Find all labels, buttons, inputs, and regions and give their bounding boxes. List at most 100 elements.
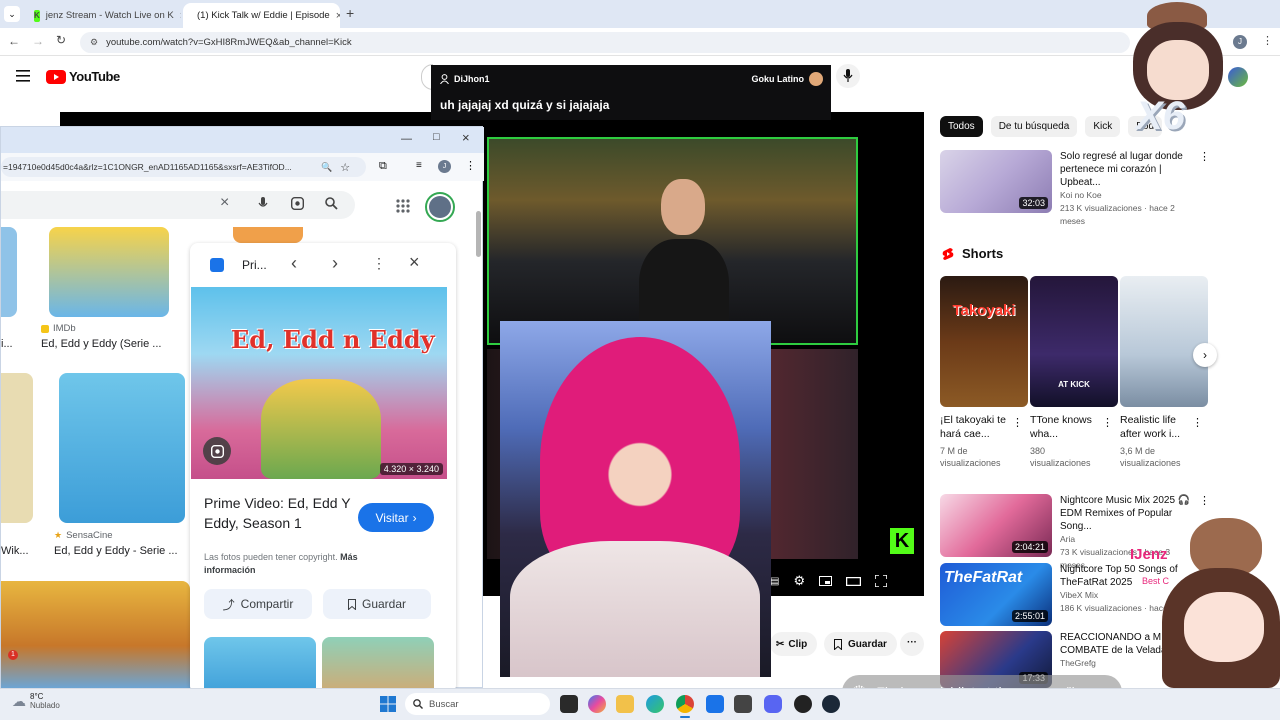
media-controls-icon[interactable]: ≡ [416, 160, 422, 171]
page-scrollbar[interactable] [476, 211, 481, 257]
chip-all[interactable]: Todos [940, 116, 983, 137]
maximize-button[interactable]: □ [433, 131, 440, 143]
result-image[interactable] [49, 227, 169, 317]
youtube-logo[interactable]: YouTube [46, 69, 120, 84]
close-window-button[interactable]: × [462, 130, 470, 145]
tab-youtube[interactable]: (1) Kick Talk w/ Eddie | Episode × [183, 3, 340, 28]
rec-video-top[interactable]: 32:03 Solo regresé al lugar donde perten… [940, 150, 1210, 228]
lens-search-icon[interactable] [291, 197, 304, 210]
clear-search-icon[interactable]: × [220, 194, 229, 212]
profile-avatar[interactable]: J [1233, 35, 1247, 49]
short-title[interactable]: ¡El takoyaki te hará cae... [940, 413, 1012, 441]
search-icon[interactable] [325, 197, 338, 210]
rec-title[interactable]: Solo regresé al lugar donde pertenece mi… [1060, 150, 1191, 189]
save-button[interactable]: Guardar [824, 632, 897, 656]
task-view-icon[interactable] [560, 695, 578, 713]
reload-icon[interactable]: ↻ [56, 33, 66, 47]
more-options-icon[interactable]: ⋮ [1102, 416, 1113, 429]
more-options-icon[interactable]: ⋮ [1199, 150, 1210, 228]
voice-search-icon[interactable] [836, 64, 860, 88]
share-button[interactable]: ⤴ Compartir [204, 589, 312, 619]
lens-button-icon[interactable] [203, 437, 231, 465]
shorts-next-button[interactable]: › [1193, 343, 1217, 367]
forward-icon[interactable]: → [32, 34, 44, 48]
minimize-button[interactable]: — [401, 133, 412, 145]
weather-widget[interactable]: ☁ 8°C Nublado [12, 692, 60, 710]
more-actions-button[interactable]: ··· [900, 632, 924, 656]
result-image[interactable] [1, 581, 190, 689]
result-label[interactable]: Wik... [1, 545, 29, 557]
tab-kick-stream[interactable]: K jenz Stream - Watch Live on K × [26, 3, 181, 28]
chip-from-search[interactable]: De tu búsqueda [990, 116, 1078, 137]
file-explorer-icon[interactable] [616, 695, 634, 713]
related-image[interactable] [204, 637, 316, 693]
back-icon[interactable]: ← [8, 34, 20, 48]
chip-kick[interactable]: Kick [1085, 116, 1121, 137]
bookmark-star-icon[interactable]: ☆ [340, 161, 350, 174]
theater-mode-icon[interactable] [846, 576, 862, 586]
short-thumbnail[interactable]: Takoyaki [940, 276, 1028, 407]
short-title[interactable]: Realistic life after work i... [1120, 413, 1192, 441]
subtitles-icon[interactable]: ▤ [770, 576, 779, 587]
short-thumbnail[interactable] [1120, 276, 1208, 407]
taskbar-search[interactable]: Buscar [405, 693, 550, 715]
rec-thumbnail[interactable]: 2:04:21 [940, 494, 1052, 557]
apps-grid-icon[interactable] [396, 199, 410, 213]
previous-image-icon[interactable]: ‹ [291, 253, 297, 274]
more-options-icon[interactable]: ⋮ [1192, 416, 1203, 429]
rec-thumbnail[interactable]: TheFatRat 2:55:01 [940, 563, 1052, 626]
fullscreen-icon[interactable] [875, 575, 888, 587]
profile-avatar[interactable]: J [438, 160, 451, 173]
chrome-icon[interactable] [676, 695, 694, 713]
short-title[interactable]: TTone knows wha... [1030, 413, 1102, 441]
mail-icon[interactable] [706, 695, 724, 713]
result-label[interactable]: Ed, Edd y Eddy - Serie ... [54, 545, 178, 557]
address-bar[interactable]: =194710e0d45d0c4a&rlz=1C1ONGR_enAD1165AD… [1, 157, 366, 177]
result-image[interactable] [59, 373, 185, 523]
copilot-icon[interactable] [588, 695, 606, 713]
panel-title[interactable]: Prime Video: Ed, Edd Y Eddy, Season 1 [204, 493, 354, 533]
new-tab-button[interactable]: + [346, 5, 354, 21]
settings-icon[interactable]: ⚙ [793, 573, 805, 589]
result-label[interactable]: i... [1, 338, 13, 350]
sensacine-favicon-icon: ★ [54, 530, 63, 540]
voice-search-icon[interactable] [258, 197, 268, 211]
yt-avatar[interactable] [1228, 67, 1248, 87]
panel-more-icon[interactable]: ⋮ [372, 255, 386, 272]
extensions-icon[interactable]: ⧉ [379, 160, 387, 173]
visit-button[interactable]: Visitar › [358, 503, 434, 532]
tab-close-icon[interactable]: × [180, 10, 181, 22]
result-image[interactable] [1, 227, 17, 317]
image-size-label: 4.320 × 3.240 [379, 463, 443, 475]
related-image[interactable] [322, 637, 434, 693]
preview-image[interactable]: Ed, Edd n Eddy 4.320 × 3.240 [191, 287, 447, 479]
miniplayer-icon[interactable] [819, 576, 833, 586]
tab-close-icon[interactable]: × [336, 10, 340, 22]
result-image[interactable] [233, 227, 303, 243]
steam-icon[interactable] [822, 695, 840, 713]
result-image[interactable] [1, 373, 33, 523]
hamburger-menu-icon[interactable] [16, 70, 30, 82]
short-thumbnail[interactable]: AT KICK [1030, 276, 1118, 407]
tab-search-button[interactable]: ⌄ [4, 6, 20, 22]
panel-site-name[interactable]: Pri... [242, 258, 267, 272]
google-account-avatar[interactable] [425, 192, 455, 222]
discord-icon[interactable] [764, 695, 782, 713]
rec-thumbnail[interactable]: 32:03 [940, 150, 1052, 213]
clip-button[interactable]: ✂ Clip [770, 632, 818, 656]
app-icon[interactable] [734, 695, 752, 713]
obs-icon[interactable] [794, 695, 812, 713]
save-button[interactable]: Guardar [323, 589, 431, 619]
more-options-icon[interactable]: ⋮ [1012, 416, 1023, 429]
close-panel-icon[interactable]: × [409, 252, 420, 273]
chrome-menu-icon[interactable]: ⋮ [465, 159, 476, 172]
address-bar[interactable]: ⚙ youtube.com/watch?v=GxHI8RmJWEQ&ab_cha… [80, 32, 1130, 53]
chrome-menu-icon[interactable]: ⋮ [1262, 34, 1273, 47]
next-image-icon[interactable]: › [332, 253, 338, 274]
result-label[interactable]: Ed, Edd y Eddy (Serie ... [41, 338, 161, 350]
zoom-icon[interactable]: 🔍 [321, 162, 332, 173]
site-info-icon[interactable]: ⚙ [90, 37, 98, 48]
edge-icon[interactable] [646, 695, 664, 713]
start-button[interactable] [380, 696, 396, 712]
rec-channel[interactable]: Koi no Koe [1060, 189, 1191, 202]
